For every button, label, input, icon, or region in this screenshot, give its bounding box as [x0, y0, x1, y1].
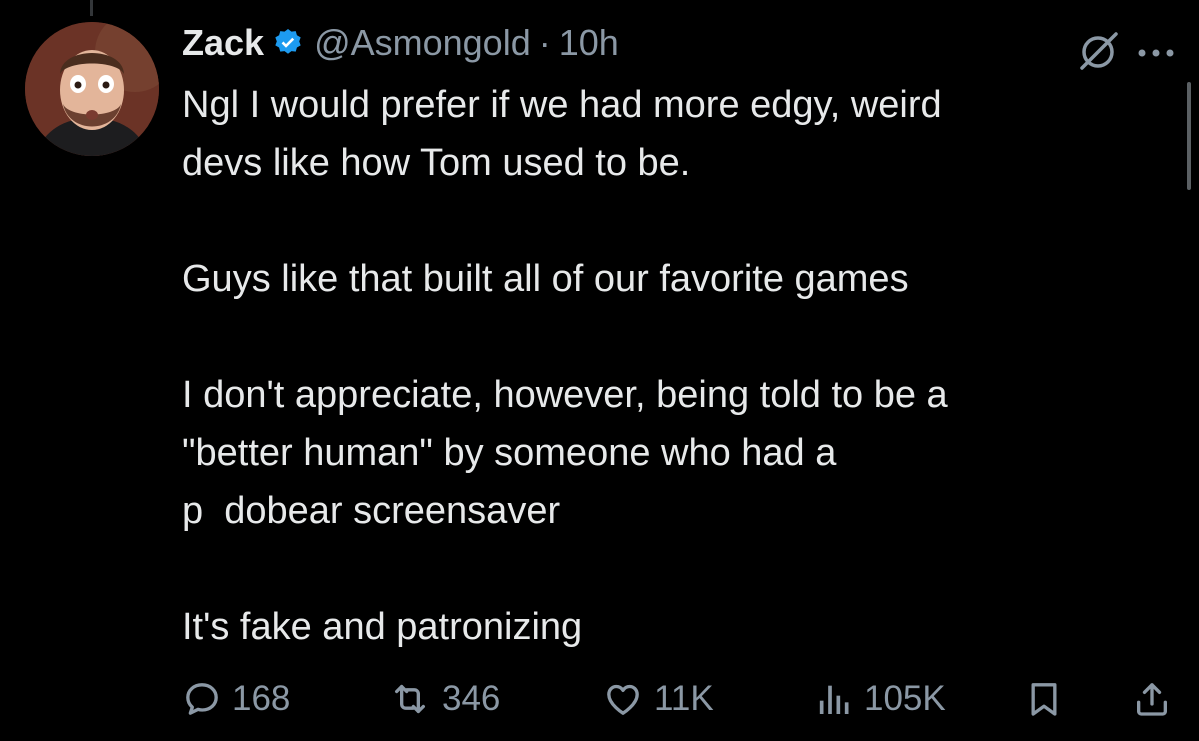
scrollbar[interactable] [1187, 82, 1191, 190]
separator-dot: · [538, 22, 551, 63]
share-icon [1137, 683, 1167, 716]
thread-connector-line [90, 0, 93, 16]
tweet-text: Ngl I would prefer if we had more edgy, … [182, 76, 1182, 656]
verified-badge-icon [272, 27, 304, 59]
heart-icon [607, 684, 639, 715]
like-count: 11K [654, 679, 714, 718]
views-icon [819, 685, 849, 714]
reply-count: 168 [232, 679, 291, 718]
tweet-header: Zack @Asmongold · 10h [182, 18, 1182, 68]
tweet-paragraph: Guys like that built all of our favorite… [182, 250, 1182, 308]
text-line: "better human" by someone who had a [182, 432, 837, 474]
avatar-image [25, 22, 159, 156]
views-button[interactable]: 105K [814, 674, 946, 724]
tweet-paragraph: Ngl I would prefer if we had more edgy, … [182, 76, 1182, 192]
reply-icon [186, 683, 218, 715]
text-line: Ngl I would prefer if we had more edgy, … [182, 84, 942, 126]
tweet-actions-bar: 168 346 11K 105K [182, 674, 1182, 724]
tweet-paragraph: It's fake and patronizing [182, 598, 1182, 656]
timestamp[interactable]: 10h [559, 18, 619, 68]
more-icon[interactable] [1136, 46, 1176, 58]
tweet: Zack @Asmongold · 10h Ngl I would prefer… [182, 18, 1182, 656]
author-handle[interactable]: @Asmongold [314, 18, 531, 68]
grok-icon[interactable] [1076, 30, 1120, 74]
share-button[interactable] [1132, 674, 1182, 724]
text-line: I don't appreciate, however, being told … [182, 374, 948, 416]
retweet-icon [394, 684, 425, 714]
view-count: 105K [864, 679, 946, 718]
author-name[interactable]: Zack [182, 18, 264, 68]
bookmark-button[interactable] [1024, 674, 1074, 724]
text-line: devs like how Tom used to be. [182, 142, 691, 184]
text-line: Guys like that built all of our favorite… [182, 258, 909, 300]
text-line: It's fake and patronizing [182, 606, 583, 648]
retweet-button[interactable]: 346 [388, 674, 500, 724]
bookmark-icon [1031, 683, 1057, 716]
tweet-paragraph: I don't appreciate, however, being told … [182, 366, 1182, 540]
reply-button[interactable]: 168 [182, 674, 290, 724]
text-line: p dobear screensaver [182, 490, 561, 532]
avatar[interactable] [25, 22, 159, 156]
like-button[interactable]: 11K [602, 674, 714, 724]
retweet-count: 346 [442, 679, 501, 718]
